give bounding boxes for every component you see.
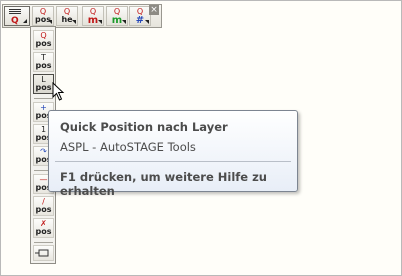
flyout-button-l-pos[interactable]: L pos [33,74,54,94]
toolbar-button-q-he[interactable]: Q he [56,6,78,26]
toolbar-button-q-m-green[interactable]: Q m [106,6,128,26]
flyout-button-q-pos[interactable]: Q pos [33,30,54,50]
flyout-button-slash-pos[interactable]: / pos [33,196,54,216]
mouse-cursor-icon [52,81,66,106]
toolbar-button-q-pos[interactable]: Q pos [32,6,54,26]
tooltip: Quick Position nach Layer ASPL - AutoSTA… [48,110,298,198]
tooltip-divider [55,161,291,162]
toolbar: Q Q pos Q he Q m Q m Q # [2,4,162,28]
flyout-button-cross-pos[interactable]: ✗ pos [33,218,54,238]
toolbar-button-q-m-red[interactable]: Q m [82,6,104,26]
lines-q-icon: Q [6,9,28,29]
close-icon[interactable]: × [149,5,159,15]
tooltip-help-text: F1 drücken, um weitere Hilfe zu erhalten [60,170,267,198]
flyout-button-t-pos[interactable]: T pos [33,52,54,72]
toolbar-button-q-hash[interactable]: Q # [129,6,151,26]
toolbar-button-lines-q[interactable]: Q [4,6,30,26]
flyout-button-insert[interactable] [33,245,54,261]
flyout-separator [34,242,53,243]
tooltip-subtitle: ASPL - AutoSTAGE Tools [60,140,196,154]
svg-text:Q: Q [11,16,19,25]
tooltip-title: Quick Position nach Layer [60,120,228,134]
flyout-separator [34,98,53,99]
insert-icon [34,245,53,264]
